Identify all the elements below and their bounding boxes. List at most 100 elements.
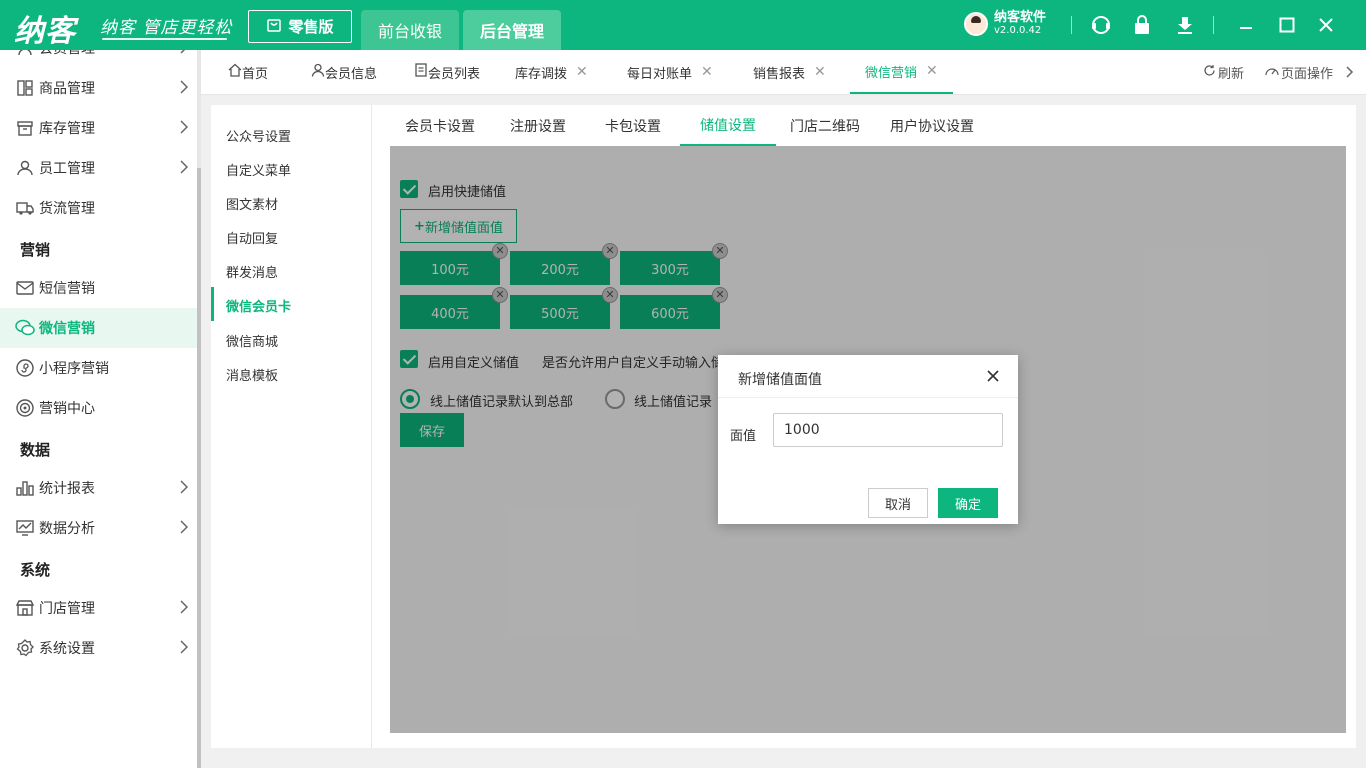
close-tab-icon[interactable]: ✕ bbox=[701, 64, 713, 80]
chevron-right-icon bbox=[180, 80, 189, 98]
page-tab-label: 销售报表 bbox=[753, 66, 806, 82]
close-tab-icon[interactable]: ✕ bbox=[814, 64, 826, 80]
sidebar-item-marketing-center[interactable]: 营销中心 bbox=[0, 388, 197, 428]
download-icon[interactable] bbox=[1173, 13, 1197, 37]
page-tab-label: 微信营销 bbox=[865, 65, 918, 81]
submenu-item[interactable]: 微信商城 bbox=[226, 331, 278, 350]
sidebar-scrollbar-thumb[interactable] bbox=[197, 168, 201, 768]
sidebar-item-label: 微信营销 bbox=[39, 321, 95, 337]
sidebar-item-miniprogram[interactable]: 小程序营销 bbox=[0, 348, 197, 388]
page-tab-label: 首页 bbox=[242, 66, 269, 82]
miniprogram-icon bbox=[15, 358, 35, 378]
wechat-icon bbox=[15, 318, 35, 338]
avatar bbox=[964, 11, 988, 36]
edition-badge[interactable]: 零售版 bbox=[248, 10, 352, 43]
page-tab-label: 会员信息 bbox=[325, 66, 378, 82]
chevron-right-icon bbox=[180, 480, 189, 498]
dialog-title: 新增储值面值 bbox=[738, 372, 822, 388]
sidebar-item-staff[interactable]: 员工管理 bbox=[0, 148, 197, 188]
nav-tab-cashier[interactable]: 前台收银 bbox=[361, 10, 459, 50]
page-tab-daily-statement[interactable]: 每日对账单 ✕ bbox=[627, 50, 713, 94]
page-tab-home[interactable]: 首页 bbox=[228, 50, 268, 94]
sidebar-item-logistics[interactable]: 货流管理 bbox=[0, 188, 197, 228]
sidebar-item-store[interactable]: 门店管理 bbox=[0, 588, 197, 628]
sidebar-item-label: 库存管理 bbox=[39, 121, 95, 137]
top-bar: 纳客 纳客 管店更轻松 零售版 前台收银 后台管理 纳客软件 v2.0.0.42 bbox=[0, 0, 1366, 50]
cancel-button[interactable]: 取消 bbox=[868, 488, 928, 518]
page-ops-button[interactable]: 页面操作 bbox=[1265, 50, 1333, 94]
sidebar-item-label: 统计报表 bbox=[39, 481, 95, 497]
gear-icon bbox=[15, 638, 35, 658]
goods-icon bbox=[15, 78, 35, 98]
sidebar-item-reports[interactable]: 统计报表 bbox=[0, 468, 197, 508]
sidebar-item-sms[interactable]: 短信营销 bbox=[0, 268, 197, 308]
close-icon[interactable] bbox=[1314, 13, 1338, 37]
submenu-item[interactable]: 自定义菜单 bbox=[226, 160, 291, 179]
chart-icon bbox=[15, 478, 35, 498]
chevron-right-icon bbox=[180, 600, 189, 618]
submenu-item[interactable]: 图文素材 bbox=[226, 194, 278, 213]
sidebar-item-settings[interactable]: 系统设置 bbox=[0, 628, 197, 668]
sidebar-item-label: 系统设置 bbox=[39, 641, 95, 657]
section-system: 系统 bbox=[20, 561, 51, 579]
page-tab-member-info[interactable]: 会员信息 bbox=[311, 50, 377, 94]
page-tab-label: 每日对账单 bbox=[627, 66, 693, 82]
sidebar-item-label: 门店管理 bbox=[39, 601, 95, 617]
sidebar-item-wechat[interactable]: 微信营销 bbox=[0, 308, 197, 348]
tab-register-settings[interactable]: 注册设置 bbox=[490, 105, 586, 146]
sidebar-item-label: 货流管理 bbox=[39, 201, 95, 217]
sidebar-item-inventory[interactable]: 库存管理 bbox=[0, 108, 197, 148]
sidebar-item-label: 小程序营销 bbox=[39, 361, 109, 377]
sidebar-item-label: 营销中心 bbox=[39, 401, 95, 417]
submenu-item[interactable]: 消息模板 bbox=[226, 365, 278, 384]
submenu-item[interactable]: 群发消息 bbox=[226, 262, 278, 281]
sidebar-item-goods[interactable]: 商品管理 bbox=[0, 68, 197, 108]
section-marketing: 营销 bbox=[20, 241, 51, 259]
sidebar-item-label: 商品管理 bbox=[39, 81, 95, 97]
page-ops-label: 页面操作 bbox=[1281, 66, 1334, 82]
confirm-button[interactable]: 确定 bbox=[938, 488, 998, 518]
submenu-item[interactable]: 自动回复 bbox=[226, 228, 278, 247]
maximize-icon[interactable] bbox=[1275, 13, 1299, 37]
tab-cardbag-settings[interactable]: 卡包设置 bbox=[585, 105, 681, 146]
page-tab-wechat-marketing[interactable]: 微信营销 ✕ bbox=[850, 50, 953, 94]
tab-store-qrcode[interactable]: 门店二维码 bbox=[770, 105, 880, 146]
page-tab-transfer[interactable]: 库存调拨 ✕ bbox=[515, 50, 588, 94]
wechat-submenu: 公众号设置 自定义菜单 图文素材 自动回复 群发消息 微信会员卡 微信商城 消息… bbox=[211, 105, 372, 748]
divider bbox=[1213, 16, 1214, 34]
page-tab-label: 库存调拨 bbox=[515, 66, 568, 82]
tab-card-settings[interactable]: 会员卡设置 bbox=[385, 105, 495, 146]
close-tab-icon[interactable]: ✕ bbox=[576, 64, 588, 80]
refresh-label: 刷新 bbox=[1218, 66, 1245, 82]
slogan-underline bbox=[102, 38, 227, 40]
tab-stored-value-settings[interactable]: 储值设置 bbox=[680, 105, 776, 146]
divider bbox=[1071, 16, 1072, 34]
submenu-item[interactable]: 公众号设置 bbox=[226, 126, 291, 145]
page-tab-member-list[interactable]: 会员列表 bbox=[414, 50, 480, 94]
close-icon[interactable] bbox=[984, 367, 1002, 385]
lock-icon[interactable] bbox=[1130, 13, 1154, 37]
chevron-right-icon bbox=[180, 520, 189, 538]
target-icon bbox=[15, 398, 35, 418]
chevron-right-icon bbox=[180, 160, 189, 178]
close-tab-icon[interactable]: ✕ bbox=[926, 63, 938, 79]
member-icon bbox=[15, 50, 35, 58]
minimize-icon[interactable] bbox=[1234, 13, 1258, 37]
chevron-right-icon[interactable] bbox=[1346, 50, 1354, 94]
sidebar: 会员管理 商品管理 库存管理 员工管理 货流管理 营销 短信营销 微信营销 小程… bbox=[0, 50, 197, 768]
amount-input[interactable] bbox=[773, 413, 1003, 447]
submenu-item-active[interactable]: 微信会员卡 bbox=[226, 296, 291, 315]
sidebar-item-analysis[interactable]: 数据分析 bbox=[0, 508, 197, 548]
nav-tab-admin[interactable]: 后台管理 bbox=[463, 10, 561, 50]
tab-user-agreement[interactable]: 用户协议设置 bbox=[870, 105, 994, 146]
section-data: 数据 bbox=[20, 441, 51, 459]
sidebar-item-members[interactable]: 会员管理 bbox=[0, 50, 197, 68]
sidebar-item-label: 员工管理 bbox=[39, 161, 95, 177]
page-tab-sales-report[interactable]: 销售报表 ✕ bbox=[753, 50, 826, 94]
support-icon[interactable] bbox=[1089, 13, 1113, 37]
refresh-button[interactable]: 刷新 bbox=[1203, 50, 1244, 94]
sidebar-item-label: 会员管理 bbox=[39, 50, 95, 58]
user-info[interactable]: 纳客软件 v2.0.0.42 bbox=[964, 10, 1046, 37]
chevron-right-icon bbox=[180, 640, 189, 658]
shopping-bag-icon bbox=[266, 17, 282, 37]
